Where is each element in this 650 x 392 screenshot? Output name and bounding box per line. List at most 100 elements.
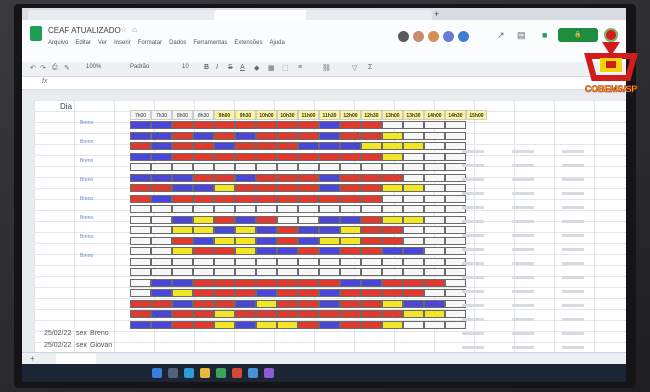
schedule-cell[interactable] xyxy=(214,299,235,308)
schedule-cell[interactable] xyxy=(193,121,214,129)
schedule-cell[interactable] xyxy=(340,320,361,329)
schedule-cell[interactable] xyxy=(340,278,361,287)
browser-tab[interactable] xyxy=(28,10,92,20)
schedule-cell[interactable] xyxy=(235,226,256,234)
schedule-cell[interactable] xyxy=(151,184,172,192)
schedule-cell[interactable] xyxy=(214,121,235,129)
time-column-header[interactable]: 13h00 xyxy=(382,110,403,120)
schedule-cell[interactable] xyxy=(256,289,277,297)
schedule-cell[interactable] xyxy=(361,215,382,224)
schedule-cell[interactable] xyxy=(193,247,214,255)
schedule-cell[interactable] xyxy=(151,320,172,329)
schedule-cell[interactable] xyxy=(340,205,361,213)
schedule-cell[interactable] xyxy=(298,205,319,213)
time-column-header[interactable]: 14h30 xyxy=(445,110,466,120)
browser-tab[interactable] xyxy=(152,10,216,20)
schedule-cell[interactable] xyxy=(151,289,172,297)
schedule-cell[interactable] xyxy=(382,142,403,150)
schedule-cell[interactable] xyxy=(130,163,151,171)
schedule-cell[interactable] xyxy=(319,163,340,171)
menu-data[interactable]: Dados xyxy=(169,40,186,46)
time-column-header[interactable]: 13h30 xyxy=(403,110,424,120)
schedule-cell[interactable] xyxy=(424,310,445,318)
schedule-cell[interactable] xyxy=(277,299,298,308)
schedule-cell[interactable] xyxy=(256,257,277,266)
schedule-cell[interactable] xyxy=(256,226,277,234)
schedule-cell[interactable] xyxy=(193,131,214,140)
schedule-cell[interactable] xyxy=(256,310,277,318)
schedule-cell[interactable] xyxy=(172,163,193,171)
schedule-cell[interactable] xyxy=(130,131,151,140)
schedule-cell[interactable] xyxy=(151,142,172,150)
schedule-cell[interactable] xyxy=(424,215,445,224)
schedule-cell[interactable] xyxy=(130,152,151,161)
menu-extensions[interactable]: Extensões xyxy=(234,40,262,46)
schedule-cell[interactable] xyxy=(277,215,298,224)
schedule-cell[interactable] xyxy=(193,142,214,150)
schedule-cell[interactable] xyxy=(235,194,256,203)
print-icon[interactable]: ⎙ xyxy=(52,64,58,72)
schedule-cell[interactable] xyxy=(172,226,193,234)
schedule-cell[interactable] xyxy=(235,184,256,192)
schedule-cell[interactable] xyxy=(235,236,256,245)
schedule-cell[interactable] xyxy=(235,299,256,308)
time-column-header[interactable]: 10h00 xyxy=(256,110,277,120)
schedule-cell[interactable] xyxy=(382,226,403,234)
schedule-cell[interactable] xyxy=(277,268,298,276)
schedule-cell[interactable] xyxy=(382,152,403,161)
time-column-header[interactable]: 15h00 xyxy=(466,110,487,120)
schedule-cell[interactable] xyxy=(277,226,298,234)
schedule-cell[interactable] xyxy=(361,257,382,266)
schedule-cell[interactable] xyxy=(172,173,193,182)
schedule-cell[interactable] xyxy=(319,247,340,255)
time-column-header[interactable]: 11h00 xyxy=(298,110,319,120)
schedule-cell[interactable] xyxy=(256,163,277,171)
schedule-cell[interactable] xyxy=(214,173,235,182)
schedule-cell[interactable] xyxy=(256,205,277,213)
schedule-cell[interactable] xyxy=(214,163,235,171)
schedule-cell[interactable] xyxy=(235,320,256,329)
schedule-cell[interactable] xyxy=(172,247,193,255)
schedule-cell[interactable] xyxy=(424,268,445,276)
schedule-cell[interactable] xyxy=(340,289,361,297)
schedule-cell[interactable] xyxy=(319,226,340,234)
schedule-cell[interactable] xyxy=(172,215,193,224)
schedule-cell[interactable] xyxy=(277,121,298,129)
schedule-cell[interactable] xyxy=(382,299,403,308)
schedule-cell[interactable] xyxy=(193,163,214,171)
schedule-cell[interactable] xyxy=(256,278,277,287)
schedule-cell[interactable] xyxy=(445,268,466,276)
schedule-cell[interactable] xyxy=(319,310,340,318)
schedule-cell[interactable] xyxy=(130,121,151,129)
menu-insert[interactable]: Inserir xyxy=(114,40,131,46)
schedule-cell[interactable] xyxy=(172,299,193,308)
schedule-cell[interactable] xyxy=(235,268,256,276)
schedule-cell[interactable] xyxy=(403,121,424,129)
schedule-cell[interactable] xyxy=(445,194,466,203)
schedule-cell[interactable] xyxy=(235,121,256,129)
schedule-cell[interactable] xyxy=(277,131,298,140)
schedule-cell[interactable] xyxy=(445,320,466,329)
taskbar-app-icon[interactable] xyxy=(184,368,194,378)
schedule-cell[interactable] xyxy=(256,142,277,150)
browser-tab[interactable] xyxy=(368,10,432,20)
schedule-cell[interactable] xyxy=(130,257,151,266)
schedule-cell[interactable] xyxy=(382,320,403,329)
date-row[interactable] xyxy=(44,310,106,321)
schedule-cell[interactable] xyxy=(319,278,340,287)
start-icon[interactable] xyxy=(152,368,162,378)
schedule-cell[interactable] xyxy=(151,163,172,171)
schedule-cell[interactable] xyxy=(151,194,172,203)
comment-icon[interactable]: ▤ xyxy=(517,30,526,41)
schedule-cell[interactable] xyxy=(151,152,172,161)
schedule-cell[interactable] xyxy=(361,163,382,171)
add-sheet-icon[interactable]: + xyxy=(30,354,35,363)
schedule-cell[interactable] xyxy=(214,257,235,266)
schedule-cell[interactable] xyxy=(361,278,382,287)
schedule-cell[interactable] xyxy=(256,173,277,182)
schedule-cell[interactable] xyxy=(277,205,298,213)
schedule-cell[interactable] xyxy=(319,299,340,308)
schedule-cell[interactable] xyxy=(172,184,193,192)
borders-icon[interactable]: ▦ xyxy=(268,64,275,72)
schedule-cell[interactable] xyxy=(172,310,193,318)
